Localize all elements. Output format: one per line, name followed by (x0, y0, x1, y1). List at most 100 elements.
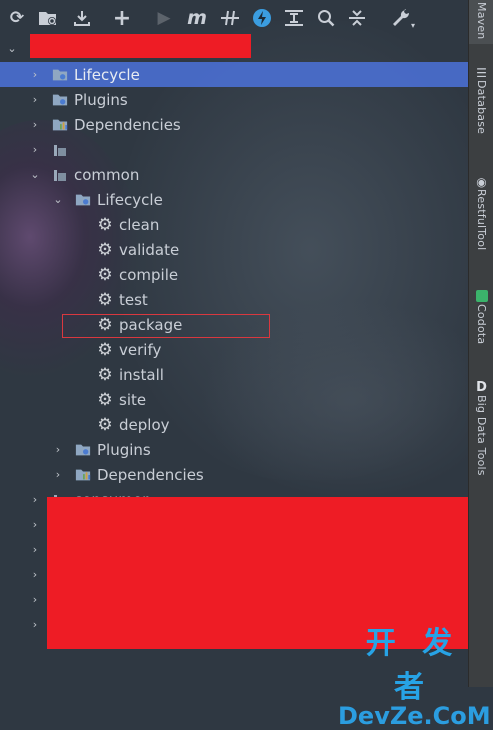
tree-row-collapsed[interactable]: › (0, 537, 40, 562)
maven-module-icon (52, 167, 68, 183)
phase-label: validate (119, 240, 180, 259)
add-icon[interactable]: + (110, 6, 134, 31)
bigdata-icon: D (476, 380, 487, 395)
tree-row-collapsed[interactable]: › (0, 512, 40, 537)
phase-label: clean (119, 215, 160, 234)
tree-label: Dependencies (74, 115, 181, 134)
gear-icon: ⚙ (97, 339, 113, 360)
chevron-right-icon[interactable]: › (29, 68, 41, 81)
tool-tab-bigdatatools[interactable]: D Big Data Tools (469, 380, 493, 476)
tree-row-module-collapsed[interactable]: › (0, 137, 468, 162)
tree-label: common (74, 165, 140, 184)
maven-toolbar: ⟳ + ▶ m ▾ (0, 0, 468, 36)
tree-row-collapsed[interactable]: › (0, 587, 40, 612)
tree-row-phase[interactable]: ⚙ deploy (0, 412, 468, 437)
watermark-en: DevZe.CoM (338, 702, 491, 730)
tool-tab-codota[interactable]: Codota (469, 290, 493, 344)
gear-icon: ⚙ (97, 414, 113, 435)
execute-goal-icon[interactable]: m (185, 6, 209, 30)
tool-tab-label: Big Data Tools (475, 395, 488, 476)
phase-label: site (119, 390, 147, 409)
tree-row-dependencies[interactable]: › Dependencies (0, 462, 468, 487)
chevron-right-icon[interactable]: › (29, 568, 41, 581)
dependencies-folder-icon (75, 467, 91, 483)
watermark-cn: 开 发 者 (365, 626, 461, 705)
lifecycle-folder-icon (75, 192, 91, 208)
chevron-right-icon[interactable]: › (29, 93, 41, 106)
chevron-right-icon[interactable]: › (29, 543, 41, 556)
find-icon[interactable] (314, 6, 338, 30)
tool-tab-database[interactable]: ☰ Database (469, 66, 493, 134)
settings-wrench-icon[interactable]: ▾ (389, 6, 415, 30)
watermark: 开 发 者 DevZe.CoM (338, 618, 491, 730)
lifecycle-folder-icon (52, 67, 68, 83)
tree-label: Dependencies (97, 465, 204, 484)
tree-row-phase[interactable]: ⚙ verify (0, 337, 468, 362)
dependencies-folder-icon (52, 117, 68, 133)
phase-label: test (119, 290, 148, 309)
run-icon[interactable]: ▶ (152, 6, 176, 30)
chevron-right-icon[interactable]: › (52, 443, 64, 456)
redacted-project-name (30, 34, 251, 58)
tree-row-phase[interactable]: ⚙ validate (0, 237, 468, 262)
tree-row-root-plugins[interactable]: › Plugins (0, 87, 468, 112)
phase-label: install (119, 365, 164, 384)
tool-tab-maven[interactable]: Maven (469, 2, 493, 39)
gear-icon: ⚙ (97, 214, 113, 235)
tree-row-phase[interactable]: ⚙ test (0, 287, 468, 312)
chevron-down-icon[interactable]: ⌄ (52, 193, 64, 206)
gear-icon: ⚙ (97, 364, 113, 385)
maven-module-icon (52, 142, 68, 158)
tree-row-collapsed[interactable]: › (0, 612, 40, 637)
chevron-right-icon[interactable]: › (29, 618, 41, 631)
gear-icon: ⚙ (97, 239, 113, 260)
tree-row-phase[interactable]: ⚙ site (0, 387, 468, 412)
plugins-folder-icon (52, 92, 68, 108)
right-tool-sidebar: Maven ☰ Database ◉ RestfulTool Codota D … (468, 0, 493, 687)
tree-row-collapsed[interactable]: › (0, 562, 40, 587)
tree-row-root-lifecycle[interactable]: › Lifecycle (0, 62, 468, 87)
tool-tab-label: Maven (475, 2, 488, 40)
toggle-offline-icon[interactable] (218, 6, 242, 30)
phase-label: verify (119, 340, 162, 359)
tree-label: Plugins (97, 440, 151, 459)
chevron-right-icon[interactable]: › (52, 468, 64, 481)
chevron-right-icon[interactable]: › (29, 518, 41, 531)
package-highlight-box (62, 314, 270, 338)
database-icon: ☰ (476, 66, 487, 80)
tool-tab-label: Codota (475, 304, 488, 345)
tree-label: Plugins (74, 90, 128, 109)
gear-icon: ⚙ (97, 264, 113, 285)
tool-tab-label: RestfulTool (475, 189, 488, 251)
generate-sources-icon[interactable] (36, 6, 60, 30)
chevron-down-icon[interactable]: ⌄ (29, 168, 41, 181)
chevron-right-icon[interactable]: › (29, 593, 41, 606)
tree-label: Lifecycle (97, 190, 163, 209)
chevron-down-icon[interactable]: ⌄ (6, 42, 18, 55)
codota-icon (475, 290, 488, 302)
chevron-right-icon[interactable]: › (29, 118, 41, 131)
tree-row-lifecycle[interactable]: ⌄ Lifecycle (0, 187, 468, 212)
plugins-folder-icon (75, 442, 91, 458)
download-icon[interactable] (70, 6, 94, 30)
tree-row-root-dependencies[interactable]: › Dependencies (0, 112, 468, 137)
gear-icon: ⚙ (97, 389, 113, 410)
chevron-right-icon[interactable]: › (29, 143, 41, 156)
restful-icon: ◉ (476, 175, 487, 189)
show-dependencies-icon[interactable] (282, 6, 306, 30)
refresh-icon[interactable]: ⟳ (5, 6, 29, 30)
tree-row-phase[interactable]: ⚙ install (0, 362, 468, 387)
collapse-all-icon[interactable] (345, 6, 369, 30)
chevron-right-icon[interactable]: › (29, 493, 41, 506)
gear-icon: ⚙ (97, 289, 113, 310)
tree-row-phase[interactable]: ⚙ clean (0, 212, 468, 237)
phase-label: deploy (119, 415, 170, 434)
tool-tab-label: Database (475, 80, 488, 135)
tool-tab-restfultool[interactable]: ◉ RestfulTool (469, 175, 493, 250)
tree-row-module-common[interactable]: ⌄ common (0, 162, 468, 187)
tree-row-phase[interactable]: ⚙ compile (0, 262, 468, 287)
phase-label: compile (119, 265, 179, 284)
tree-label: Lifecycle (74, 65, 140, 84)
skip-tests-icon[interactable] (250, 6, 274, 30)
tree-row-plugins[interactable]: › Plugins (0, 437, 468, 462)
